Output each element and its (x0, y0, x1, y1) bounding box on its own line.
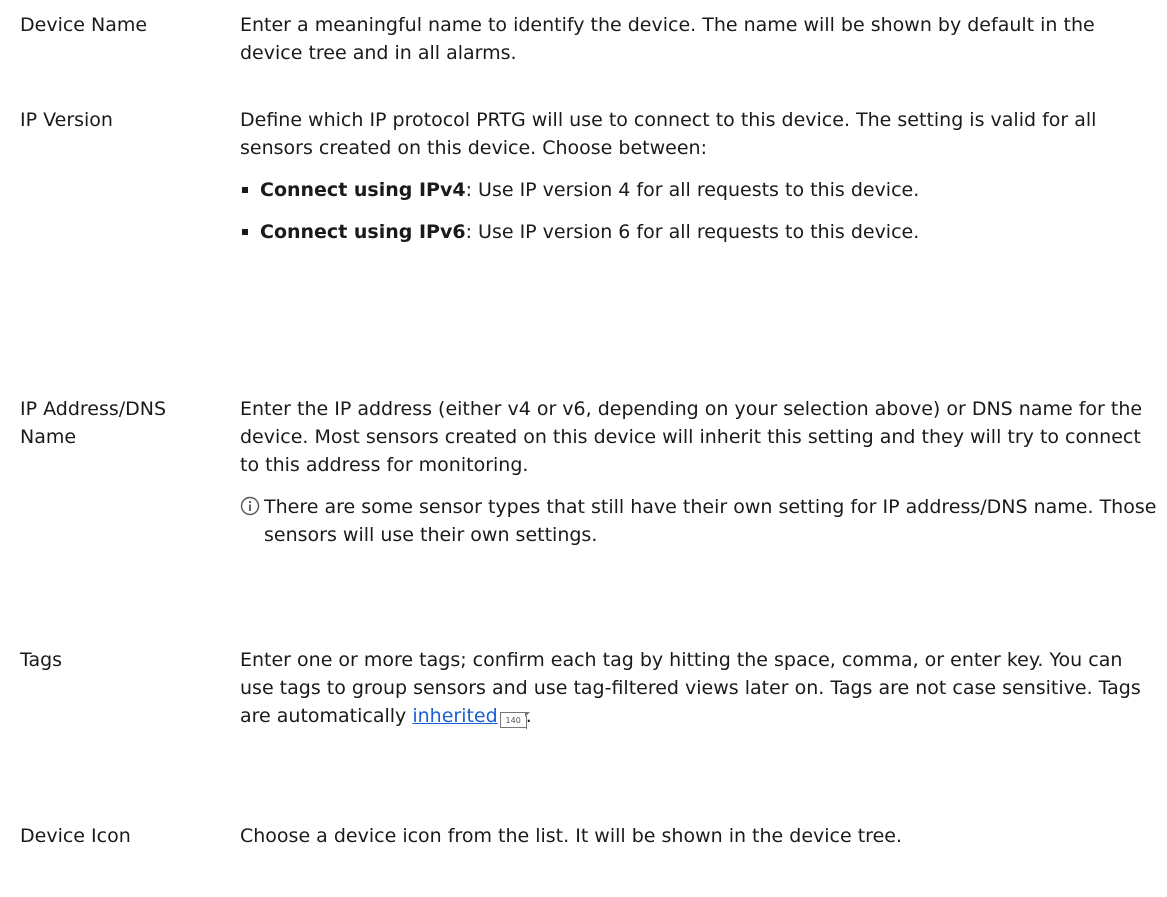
setting-label: Device Name (20, 14, 148, 36)
info-icon (240, 496, 260, 516)
option-name: Connect using IPv4 (260, 179, 466, 201)
option-item-ipv6: Connect using IPv6: Use IP version 6 for… (240, 218, 1160, 246)
description-text: Enter one or more tags; confirm each tag… (240, 646, 1160, 730)
option-list: Connect using IPv4: Use IP version 4 for… (240, 176, 1160, 246)
inherited-link[interactable]: inherited (412, 705, 497, 727)
setting-description: Define which IP protocol PRTG will use t… (240, 106, 1160, 246)
setting-label: Tags (20, 649, 63, 671)
setting-description: Enter a meaningful name to identify the … (240, 11, 1160, 67)
option-name: Connect using IPv6 (260, 221, 466, 243)
page-reference-icon[interactable]: 140 (499, 712, 530, 729)
option-text: : Use IP version 6 for all requests to t… (465, 221, 920, 243)
setting-label: Device Icon (20, 825, 131, 847)
option-item-ipv4: Connect using IPv4: Use IP version 4 for… (240, 176, 1160, 204)
option-text: : Use IP version 4 for all requests to t… (465, 179, 920, 201)
info-note: There are some sensor types that still h… (240, 493, 1160, 549)
description-text-before-link: Enter one or more tags; confirm each tag… (240, 649, 1141, 727)
bullet-icon (242, 187, 248, 193)
description-text: Define which IP protocol PRTG will use t… (240, 109, 1097, 159)
bullet-icon (242, 229, 248, 235)
setting-label: IP Address/DNS Name (20, 398, 167, 448)
setting-description: Enter the IP address (either v4 or v6, d… (240, 395, 1160, 549)
setting-label: IP Version (20, 109, 113, 131)
setting-description: Choose a device icon from the list. It w… (240, 822, 1160, 850)
page-ref-number: 140 (505, 716, 521, 725)
description-text: Choose a device icon from the list. It w… (240, 825, 902, 847)
description-text: Enter a meaningful name to identify the … (240, 14, 1095, 64)
description-text: Enter the IP address (either v4 or v6, d… (240, 398, 1143, 476)
setting-description: Enter one or more tags; confirm each tag… (240, 646, 1160, 730)
note-text: There are some sensor types that still h… (264, 496, 1157, 546)
